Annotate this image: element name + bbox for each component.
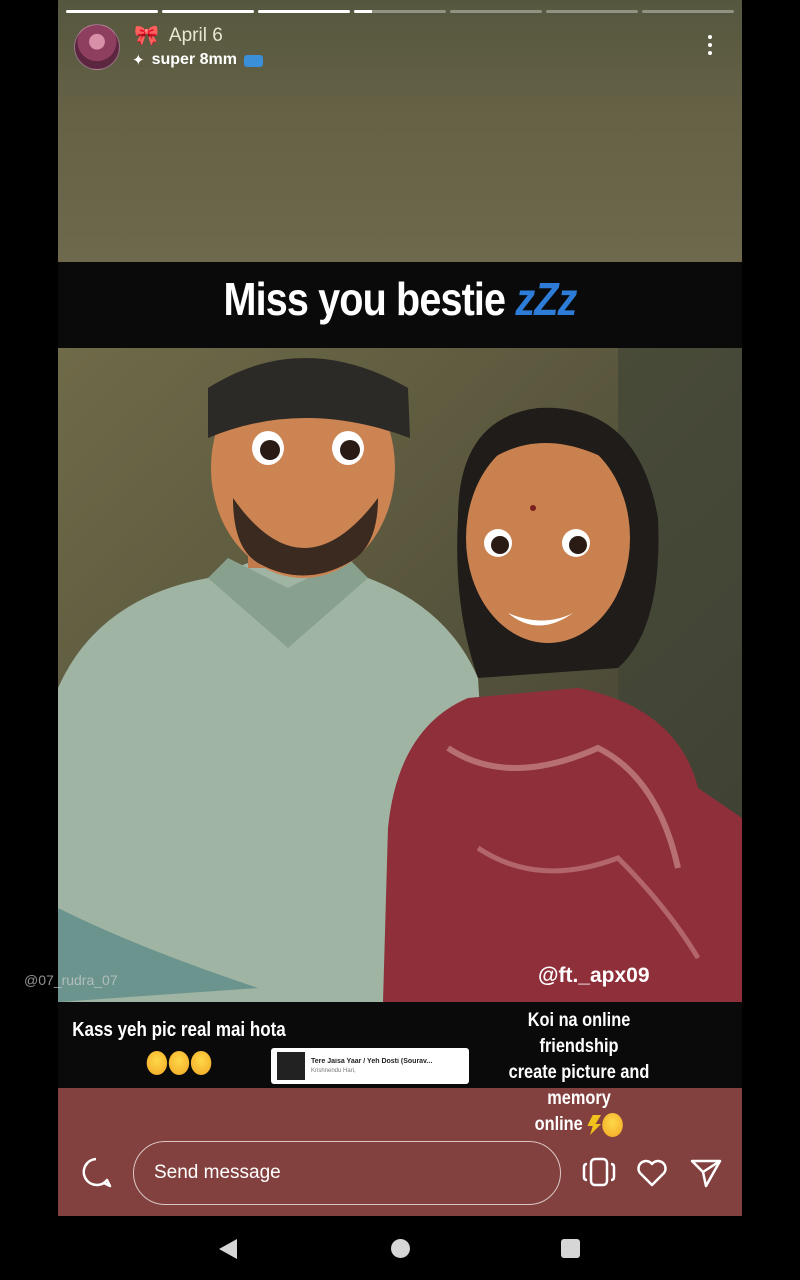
send-message-input[interactable]: Send message [133, 1141, 561, 1205]
caption-right-line: Koi na online friendship [527, 1010, 631, 1057]
progress-segment [66, 10, 158, 13]
couple-illustration [58, 348, 742, 1002]
story-meta: 🎀 April 6 [134, 24, 223, 48]
caption-right-line: create picture and memory [508, 1062, 650, 1109]
caption-left: Kass yeh pic real mai hota [60, 1014, 298, 1078]
progress-segment [354, 10, 446, 13]
sparkle-icon: ✦ [132, 52, 145, 69]
watermark-right: @ft._apx09 [538, 964, 650, 987]
pleading-face-icon [168, 1050, 190, 1075]
pleading-face-icon [601, 1112, 623, 1137]
recent-apps-icon[interactable] [561, 1239, 580, 1258]
progress-segment [162, 10, 254, 13]
progress-segment [258, 10, 350, 13]
progress-segment [546, 10, 638, 13]
lightning-icon [587, 1114, 602, 1135]
car-emoji-icon [243, 55, 263, 67]
rings-icon[interactable] [582, 1156, 616, 1188]
caption-right-line-text: online [534, 1114, 583, 1135]
album-art [277, 1052, 305, 1080]
bow-icon: 🎀 [134, 25, 159, 47]
progress-segment [450, 10, 542, 13]
pleading-face-icon [190, 1050, 212, 1075]
caption-left-text: Kass yeh pic real mai hota [72, 1019, 286, 1041]
caption-right: Koi na online friendship create picture … [489, 1008, 670, 1138]
send-message-placeholder: Send message [154, 1162, 281, 1183]
progress-segment [642, 10, 734, 13]
story-progress-bar [66, 10, 734, 13]
music-artist: Krishnendu Hari, [311, 1068, 356, 1074]
heart-icon[interactable] [636, 1157, 668, 1189]
watermark-left: @07_rudra_07 [24, 972, 118, 988]
more-options-icon[interactable] [698, 30, 722, 60]
home-icon[interactable] [391, 1239, 410, 1258]
caption-right-line: online [489, 1112, 670, 1138]
audio-attribution[interactable]: ✦ super 8mm [132, 49, 263, 71]
message-icon[interactable] [80, 1156, 112, 1188]
story-date: April 6 [168, 25, 223, 46]
music-title: Tere Jaisa Yaar / Yeh Dosti (Sourav... [311, 1058, 433, 1065]
story-headline: Miss you bestie zZz [223, 273, 577, 325]
audio-label: super 8mm [151, 51, 237, 68]
sleep-icon: zZz [515, 273, 577, 325]
share-icon[interactable] [690, 1157, 722, 1189]
music-sticker[interactable]: Tere Jaisa Yaar / Yeh Dosti (Sourav... K… [271, 1048, 469, 1084]
profile-avatar[interactable] [74, 24, 120, 70]
back-icon[interactable] [218, 1238, 238, 1260]
pleading-emoji-row [60, 1046, 298, 1078]
pleading-face-icon [146, 1050, 168, 1075]
